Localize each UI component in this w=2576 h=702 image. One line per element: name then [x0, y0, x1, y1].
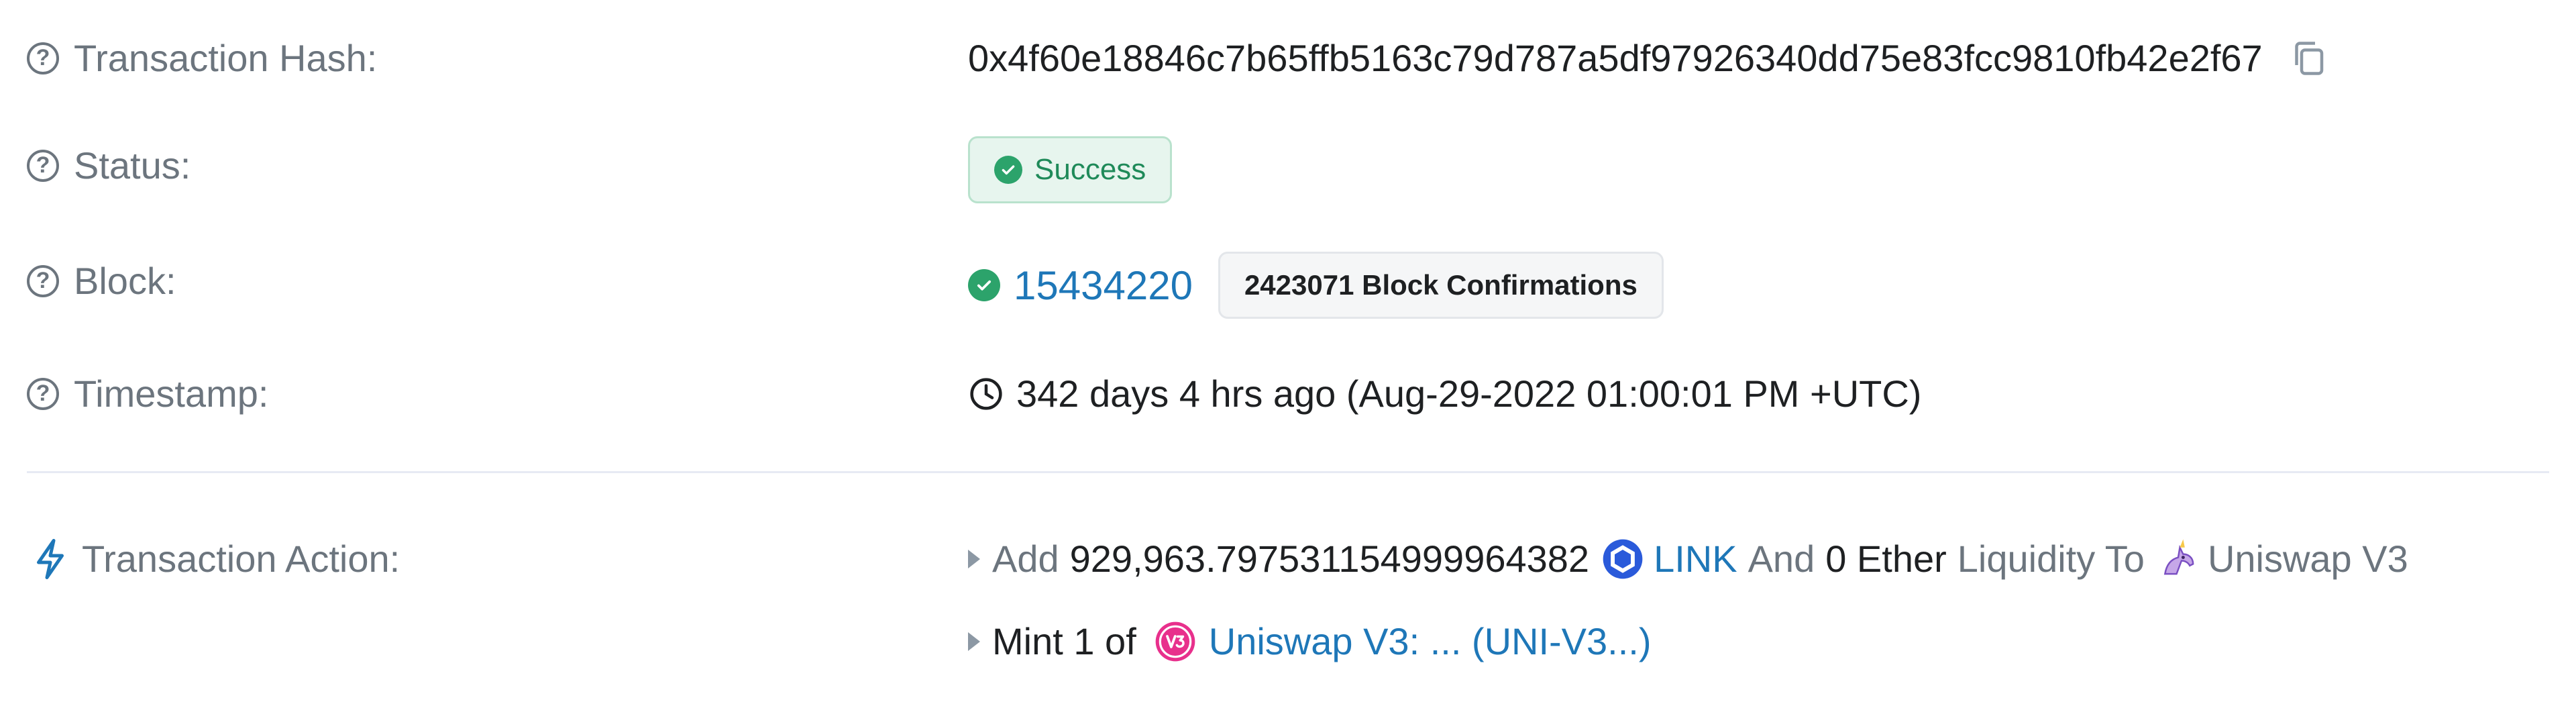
timestamp-value-wrap: 342 days 4 hrs ago (Aug-29-2022 01:00:01…: [968, 372, 1921, 415]
status-badge: Success: [968, 136, 1173, 203]
transaction-action-label: Transaction Action:: [82, 538, 400, 580]
nft-collection-link[interactable]: Uniswap V3: ... (UNI-V3...): [1209, 619, 1652, 663]
section-divider: [27, 471, 2549, 473]
uniswap-v3-nft-icon: [1154, 620, 1197, 663]
mint-verb: Mint 1 of: [992, 620, 1136, 662]
transaction-hash-value-wrap: 0x4f60e18846c7b65ffb5163c79d787a5df97926…: [968, 36, 2328, 80]
action-verb: Add: [992, 538, 1059, 580]
caret-right-icon[interactable]: [968, 549, 980, 568]
help-icon[interactable]: ?: [27, 42, 59, 74]
lightning-icon: [34, 538, 67, 579]
status-label: Status:: [74, 144, 191, 187]
uniswap-unicorn-icon: [2158, 538, 2198, 581]
copy-icon[interactable]: [2288, 38, 2328, 79]
block-confirmations-badge: 2423071 Block Confirmations: [1218, 252, 1664, 319]
clock-icon: [968, 376, 1004, 412]
dex-name: Uniswap V3: [2207, 538, 2408, 580]
status-text: Success: [1034, 153, 1146, 186]
block-label-wrap: ? Block:: [27, 259, 176, 303]
transaction-action-label-wrap: Transaction Action:: [27, 537, 400, 581]
action-phrase: Liquidity To: [1957, 538, 2145, 580]
transaction-hash-value: 0x4f60e18846c7b65ffb5163c79d787a5df97926…: [968, 37, 2263, 79]
token-link[interactable]: LINK: [1654, 537, 1737, 581]
action-amount: 929,963.797531154999964382: [1069, 538, 1590, 580]
check-circle-icon: [968, 269, 1000, 301]
help-icon[interactable]: ?: [27, 264, 59, 297]
help-icon[interactable]: ?: [27, 377, 59, 410]
timestamp-label-wrap: ? Timestamp:: [27, 372, 268, 415]
block-number-link[interactable]: 15434220: [1014, 262, 1193, 309]
timestamp-label: Timestamp:: [74, 372, 269, 415]
action-conj: And: [1748, 538, 1815, 580]
check-circle-icon: [994, 156, 1022, 184]
transaction-action-line-1: Add 929,963.797531154999964382 LINK And …: [968, 537, 2408, 581]
transaction-hash-label: Transaction Hash:: [74, 37, 378, 79]
transaction-hash-label-wrap: ? Transaction Hash:: [27, 36, 377, 80]
help-icon[interactable]: ?: [27, 149, 59, 182]
link-token-icon: [1601, 538, 1644, 581]
block-label: Block:: [74, 260, 176, 302]
timestamp-value: 342 days 4 hrs ago (Aug-29-2022 01:00:01…: [1016, 372, 1922, 415]
transaction-action-line-2: Mint 1 of Uniswap V3: ... (UNI-V3...): [968, 619, 1652, 663]
status-value-wrap: Success: [968, 136, 1173, 203]
action-amount-2: 0 Ether: [1825, 538, 1947, 580]
status-label-wrap: ? Status:: [27, 144, 191, 187]
caret-right-icon[interactable]: [968, 632, 980, 651]
block-value-wrap: 15434220 2423071 Block Confirmations: [968, 252, 1664, 319]
